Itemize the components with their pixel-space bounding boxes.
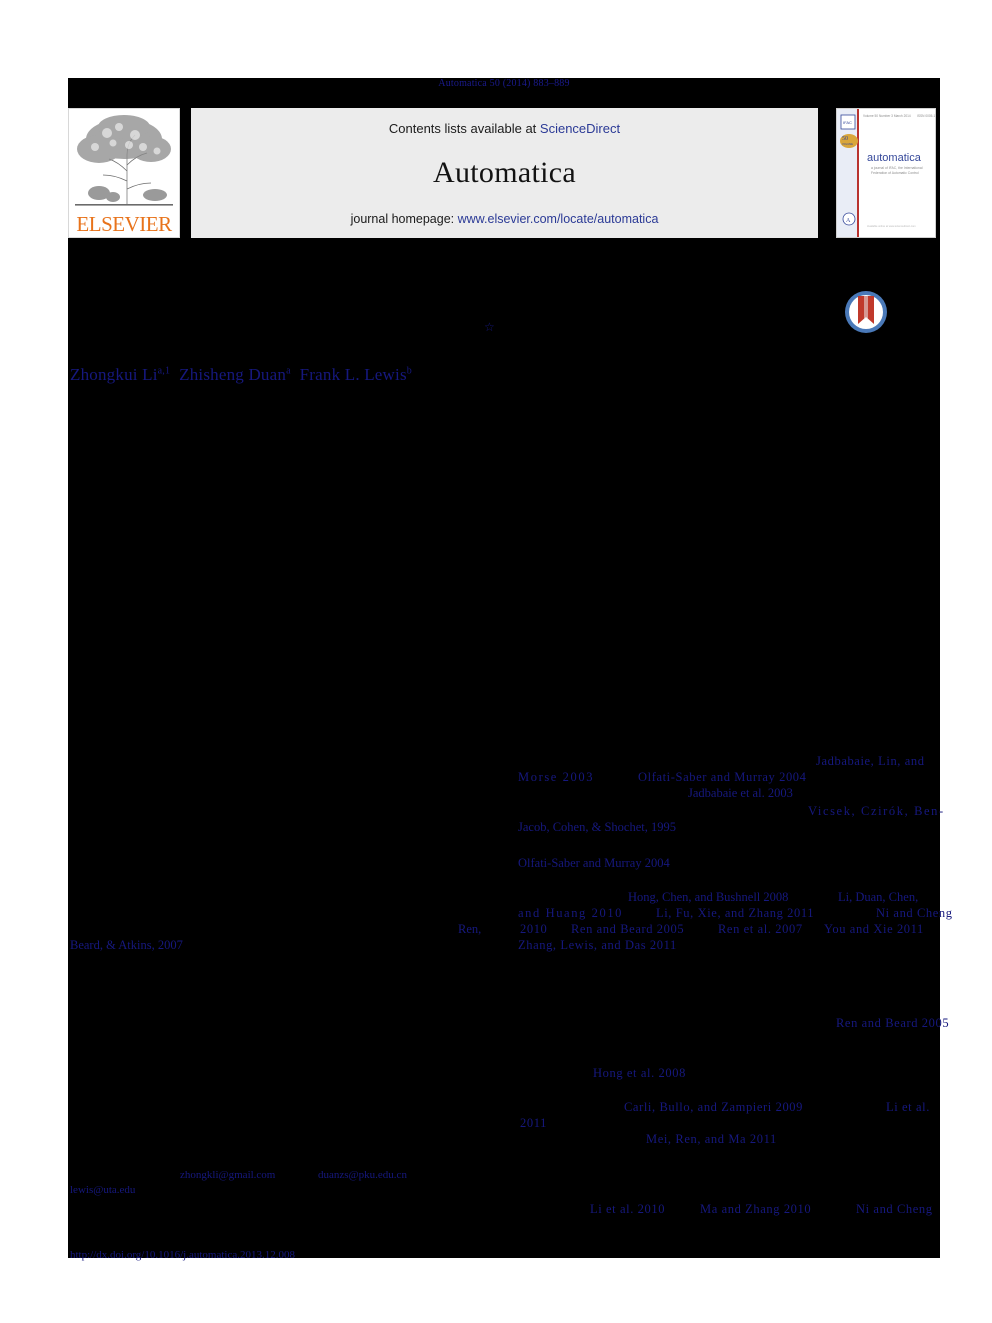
citation-link[interactable]: Ni and Cheng: [856, 1202, 933, 1216]
journal-cover-thumbnail: Volume 50 Number 3 March 2014 ISSN 0005-…: [836, 108, 936, 238]
citation-link[interactable]: Mei, Ren, and Ma 2011: [646, 1132, 777, 1146]
citation-link[interactable]: Ni and Cheng: [876, 906, 953, 920]
journal-title: Automatica: [433, 156, 576, 189]
citation-link[interactable]: Ren and Beard 2005: [571, 922, 684, 936]
svg-text:Volume 50 Number 3 March 20: Volume 50 Number 3 March 2014: [863, 114, 911, 118]
author-1-name[interactable]: Zhongkui Li: [70, 365, 158, 384]
sciencedirect-banner: Contents lists available at ScienceDirec…: [191, 108, 818, 238]
contents-lists-prefix: Contents lists available at: [388, 121, 540, 136]
citation-link[interactable]: Zhang, Lewis, and Das 2011: [518, 938, 677, 952]
citation-link[interactable]: Olfati-Saber and Murray 2004: [638, 770, 807, 784]
author-email-link[interactable]: duanzs@pku.edu.cn: [318, 1168, 407, 1182]
author-1-affiliation-marker: a,1: [157, 365, 171, 377]
citation-link[interactable]: Olfati-Saber and Murray 2004: [518, 856, 670, 870]
citation-link[interactable]: Ma and Zhang 2010: [700, 1202, 811, 1216]
crossmark-badge[interactable]: [842, 288, 890, 336]
svg-text:Federation of Automatic Contro: Federation of Automatic Control: [871, 171, 919, 175]
citation-link[interactable]: Jadbabaie et al. 2003: [688, 786, 793, 800]
citation-link[interactable]: Ren,: [458, 922, 481, 936]
citation-link[interactable]: Ren et al. 2007: [718, 922, 803, 936]
elsevier-tree-icon: [69, 109, 179, 214]
citation-link[interactable]: You and Xie 2011: [824, 922, 924, 936]
citation-link[interactable]: 2011: [520, 1116, 547, 1130]
citation-link[interactable]: Jadbabaie, Lin, and: [816, 754, 925, 768]
journal-homepage-link[interactable]: www.elsevier.com/locate/automatica: [458, 212, 659, 226]
citation-link[interactable]: Jacob, Cohen, & Shochet, 1995: [518, 820, 676, 834]
svg-text:automatica: automatica: [867, 152, 922, 164]
journal-masthead: ELSEVIER Contents lists available at Sci…: [68, 108, 940, 238]
running-head: Automatica 50 (2014) 883–889: [438, 78, 570, 89]
author-3-name[interactable]: Frank L. Lewis: [300, 365, 407, 384]
author-3-affiliation-marker: b: [406, 365, 412, 377]
homepage-prefix: journal homepage:: [350, 212, 458, 226]
citation-link[interactable]: Carli, Bullo, and Zampieri 2009: [624, 1100, 803, 1114]
author-email-link[interactable]: zhongkli@gmail.com: [180, 1168, 275, 1182]
citation-link[interactable]: Li, Duan, Chen,: [838, 890, 918, 904]
journal-cover-image: Volume 50 Number 3 March 2014 ISSN 0005-…: [837, 109, 935, 237]
contents-lists-line: Contents lists available at ScienceDirec…: [191, 121, 818, 136]
title-footnote-star-icon: ☆: [484, 320, 495, 334]
citation-link[interactable]: Beard, & Atkins, 2007: [70, 938, 183, 952]
svg-text:A: A: [846, 218, 851, 224]
svg-text:ISSN 0005-1098: ISSN 0005-1098: [917, 114, 935, 118]
svg-text:IFAC: IFAC: [843, 120, 852, 125]
author-byline: Zhongkui Lia,1 Zhisheng Duana Frank L. L…: [70, 365, 412, 385]
citation-link[interactable]: and Huang 2010: [518, 906, 623, 920]
citation-link[interactable]: Li, Fu, Xie, and Zhang 2011: [656, 906, 814, 920]
citation-link[interactable]: Morse 2003: [518, 770, 594, 784]
citation-link[interactable]: Ren and Beard 2005: [836, 1016, 949, 1030]
redacted-article-page: Automatica 50 (2014) 883–889 ELSEVIER Co…: [68, 78, 952, 1261]
citation-link[interactable]: Li et al. 2010: [590, 1202, 665, 1216]
svg-text:VOLUME: VOLUME: [842, 142, 853, 146]
doi-link[interactable]: http://dx.doi.org/10.1016/j.automatica.2…: [70, 1248, 295, 1262]
citation-link[interactable]: Vicsek, Czirók, Ben-: [808, 804, 945, 818]
citation-link[interactable]: 2010: [520, 922, 547, 936]
elsevier-wordmark: ELSEVIER: [76, 212, 172, 236]
elsevier-logo: ELSEVIER: [68, 108, 180, 238]
author-2-name[interactable]: Zhisheng Duan: [179, 365, 286, 384]
sciencedirect-link[interactable]: ScienceDirect: [540, 121, 620, 136]
crossmark-icon[interactable]: [842, 288, 890, 336]
citation-link[interactable]: Li et al.: [886, 1100, 930, 1114]
journal-homepage-line: journal homepage: www.elsevier.com/locat…: [191, 212, 818, 226]
svg-text:50: 50: [842, 136, 848, 142]
svg-text:a journal of IFAC, the Interna: a journal of IFAC, the International: [871, 166, 923, 170]
citation-link[interactable]: Hong, Chen, and Bushnell 2008: [628, 890, 788, 904]
citation-link[interactable]: Hong et al. 2008: [593, 1066, 686, 1080]
svg-text:Available online at www.scienc: Available online at www.sciencedirect.co…: [867, 224, 916, 228]
author-email-link[interactable]: lewis@uta.edu: [70, 1183, 135, 1197]
